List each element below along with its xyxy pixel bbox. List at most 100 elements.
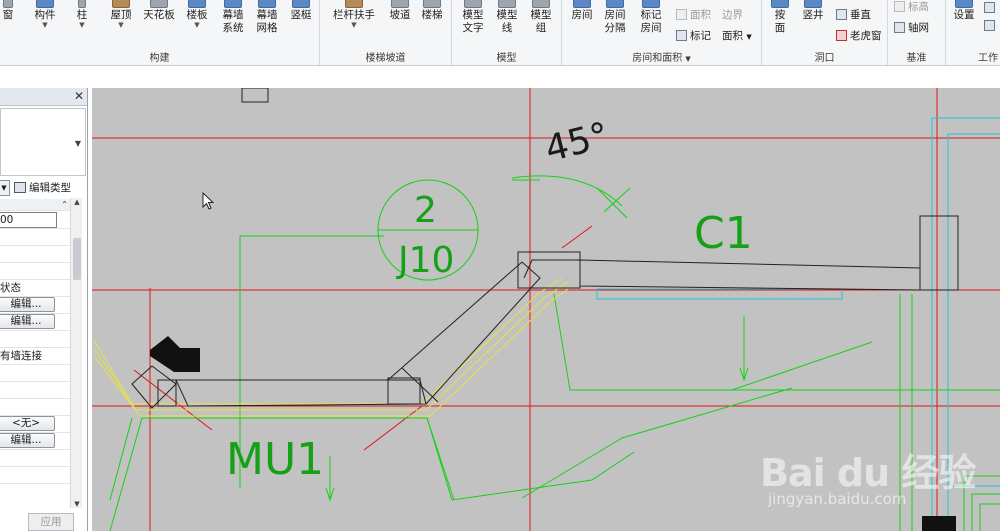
property-row — [0, 382, 70, 399]
none-option-button[interactable]: <无> — [0, 416, 55, 431]
drawing-canvas[interactable]: 45° 2 J10 C1 MU1 Bai du 经验 jingyan.baidu… — [92, 88, 1000, 531]
model-text-button[interactable]: 模型 文字 — [458, 0, 488, 35]
property-row: 编辑... — [0, 314, 70, 331]
grid-button[interactable]: 轴网 — [894, 21, 929, 35]
grid-line-diagonal — [363, 405, 423, 451]
properties-scrollbar[interactable]: ▲ ▼ — [70, 198, 82, 508]
ribbon-group-label: 基准 — [906, 53, 927, 64]
chevron-down-icon[interactable]: ▼ — [75, 139, 81, 148]
tag-area-icon — [676, 30, 687, 41]
stair-button[interactable]: 楼梯 — [418, 0, 446, 22]
component-button[interactable]: 构件 ▼ — [28, 0, 62, 29]
curtain-system-button[interactable]: 幕墙 系统 — [218, 0, 248, 35]
dormer-button[interactable]: 老虎窗 — [836, 29, 882, 43]
area-icon — [676, 9, 687, 20]
mullion-button[interactable]: 竖梃 — [286, 0, 316, 22]
chevron-down-icon[interactable]: ▼ — [685, 55, 690, 63]
top-mark — [241, 88, 269, 103]
chevron-up-icon[interactable]: ▲ — [71, 198, 83, 206]
room-button[interactable]: 房间 — [568, 0, 596, 22]
scrollbar-thumb[interactable] — [73, 238, 81, 280]
property-row: 状态 — [0, 280, 70, 297]
vertical-opening-button[interactable]: 垂直 — [836, 8, 871, 22]
ceiling-icon — [150, 0, 168, 8]
level-button[interactable]: 标高 — [894, 0, 929, 14]
edit-button[interactable]: 编辑... — [0, 433, 55, 448]
ribbon-group-room-area: 房间 房间 分隔 标记 房间 面积 边界 标记 面积 ▼ 房间和面积 ▼ — [562, 0, 762, 65]
apply-button[interactable]: 应用 — [28, 513, 74, 531]
properties-header: ✕ — [0, 88, 87, 106]
ribbon-group-label: 模型 — [496, 53, 517, 64]
chevron-down-icon: ▼ — [351, 21, 357, 29]
watermark-brand: Bai du 经验 — [760, 451, 976, 495]
by-face-icon — [771, 0, 789, 8]
properties-section-header[interactable]: ⌃ — [0, 199, 70, 211]
area-boundary-button[interactable]: 边界 — [722, 8, 743, 22]
ribbon-group-label: 工作 — [978, 53, 998, 64]
by-face-button[interactable]: 按 面 — [768, 0, 792, 35]
component-icon — [36, 0, 54, 8]
watermark: Bai du 经验 jingyan.baidu.com — [760, 428, 990, 524]
set-work-plane-button[interactable]: 设置 — [950, 0, 978, 22]
edit-button[interactable]: 编辑... — [0, 314, 55, 329]
room-separator-button[interactable]: 房间 分隔 — [600, 0, 630, 35]
instance-filter-dropdown[interactable]: ▼ — [0, 180, 10, 196]
column-icon — [78, 0, 86, 8]
callout-number[interactable]: 2 — [414, 190, 437, 231]
wall-tag[interactable]: MU1 — [226, 434, 324, 485]
ribbon-group-label: 洞口 — [814, 53, 835, 64]
window-button[interactable]: 窗 — [0, 0, 16, 22]
ribbon-group-label: 房间和面积 ▼ — [632, 53, 691, 64]
property-label: 状态 — [0, 282, 21, 294]
ceiling-button[interactable]: 天花板 — [140, 0, 178, 22]
window-tag[interactable]: C1 — [694, 208, 753, 259]
edit-type-icon — [14, 182, 26, 193]
roof-button[interactable]: 屋顶 ▼ — [104, 0, 138, 29]
ramp-button[interactable]: 坡道 — [386, 0, 414, 22]
model-line-button[interactable]: 模型 线 — [492, 0, 522, 35]
area-dropdown-button[interactable]: 面积 ▼ — [722, 29, 752, 44]
ribbon-group-build: 窗 构件 ▼ 柱 ▼ 屋顶 ▼ 天花板 楼板 ▼ 幕墙 系统 幕墙 网格 竖梃 构建 — [0, 0, 320, 65]
tag-room-icon — [642, 0, 660, 8]
curtain-grid-button[interactable]: 幕墙 网格 — [252, 0, 282, 35]
angle-label[interactable]: 45° — [541, 115, 613, 170]
grid-line-diagonal — [561, 225, 593, 249]
ribbon-group-label: 构建 — [149, 53, 170, 64]
collapse-icon[interactable]: ⌃ — [61, 199, 68, 210]
chevron-down-icon: ▼ — [118, 21, 124, 29]
property-row — [0, 365, 70, 382]
railing-button[interactable]: 栏杆扶手 ▼ — [326, 0, 382, 29]
shaft-button[interactable]: 竖井 — [798, 0, 828, 22]
dormer-icon — [836, 30, 847, 41]
ribbon-group-model: 模型 文字 模型 线 模型 组 模型 — [452, 0, 562, 65]
angle-tick — [596, 187, 628, 219]
ribbon-group-stairs: 栏杆扶手 ▼ 坡道 楼梯 楼梯坡道 — [320, 0, 452, 65]
chevron-down-icon[interactable]: ▼ — [71, 500, 83, 508]
edit-type-button[interactable]: 编辑类型 — [14, 180, 86, 196]
floor-button[interactable]: 楼板 ▼ — [182, 0, 212, 29]
edit-button[interactable]: 编辑... — [0, 297, 55, 312]
area-button[interactable]: 面积 — [676, 8, 711, 22]
grid-icon — [894, 22, 905, 33]
close-icon[interactable]: ✕ — [74, 89, 84, 103]
green-line — [521, 437, 623, 499]
tag-room-button[interactable]: 标记 房间 — [636, 0, 666, 35]
viewer-icon[interactable] — [984, 20, 995, 31]
green-line — [109, 417, 133, 501]
stair-icon — [423, 0, 441, 8]
railing-icon — [345, 0, 363, 8]
ribbon-group-label: 楼梯坡道 — [365, 53, 406, 64]
property-row — [0, 467, 70, 484]
value-input[interactable]: 00 — [0, 212, 57, 228]
column-button[interactable]: 柱 ▼ — [68, 0, 96, 29]
callout-sheet[interactable]: J10 — [396, 240, 454, 281]
watermark-url: jingyan.baidu.com — [768, 490, 907, 508]
type-selector[interactable]: ▼ — [0, 108, 86, 176]
tag-area-button[interactable]: 标记 — [676, 29, 711, 43]
model-group-icon — [532, 0, 550, 8]
vertical-opening-icon — [836, 9, 847, 20]
property-row: 编辑... — [0, 433, 70, 450]
show-work-plane-icon[interactable] — [984, 2, 995, 13]
green-line — [553, 293, 873, 391]
model-group-button[interactable]: 模型 组 — [526, 0, 556, 35]
